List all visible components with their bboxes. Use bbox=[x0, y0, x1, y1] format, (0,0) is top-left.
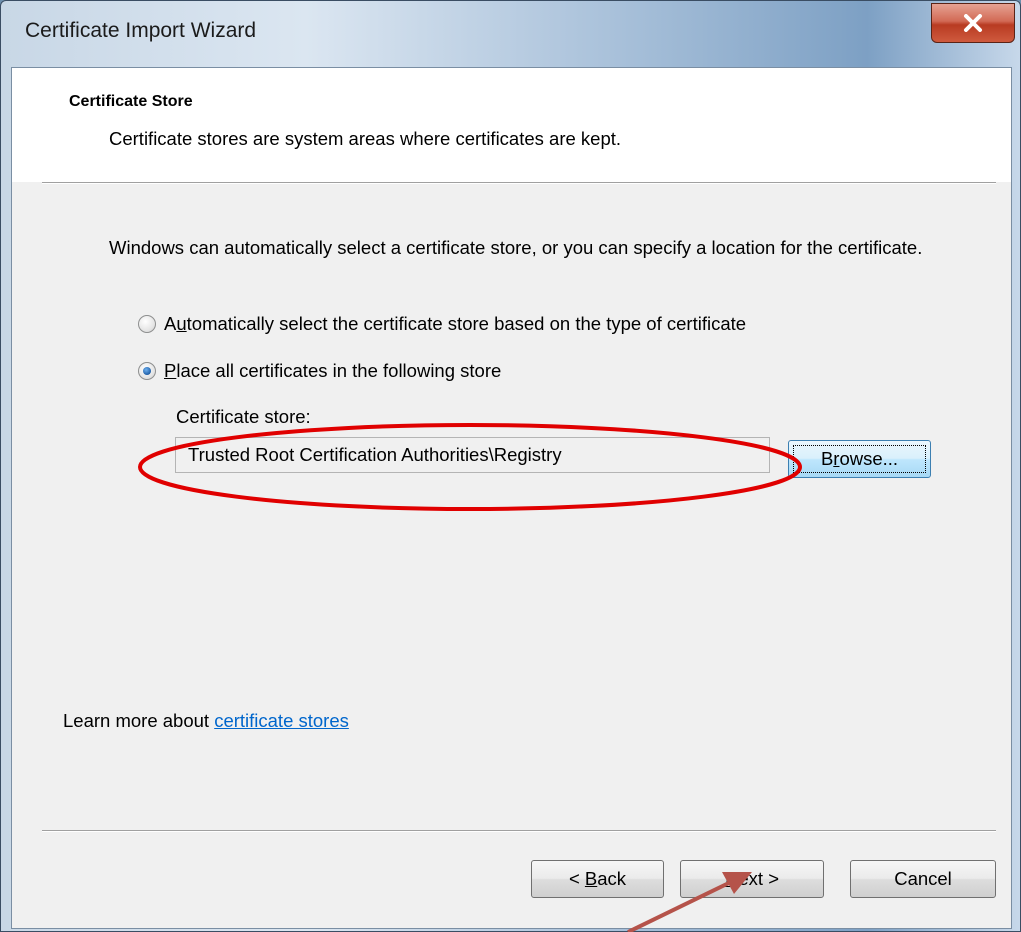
auto-select-option[interactable]: Automatically select the certificate sto… bbox=[138, 313, 746, 335]
back-button[interactable]: < Back bbox=[531, 860, 664, 898]
next-button[interactable]: Next > bbox=[680, 860, 824, 898]
intro-text: Windows can automatically select a certi… bbox=[109, 237, 923, 258]
auto-select-label: Automatically select the certificate sto… bbox=[164, 313, 747, 334]
title-bar[interactable]: Certificate Import Wizard bbox=[1, 1, 1021, 67]
header-divider bbox=[42, 182, 996, 184]
wizard-header: Certificate Store Certificate stores are… bbox=[12, 68, 1011, 182]
place-in-store-label: Place all certificates in the following … bbox=[164, 360, 502, 381]
window-frame: Certificate Import Wizard Certificate St… bbox=[0, 0, 1021, 932]
cancel-button[interactable]: Cancel bbox=[850, 860, 996, 898]
browse-label: Browse... bbox=[820, 448, 899, 469]
cancel-label: Cancel bbox=[894, 868, 952, 889]
window-title: Certificate Import Wizard bbox=[25, 19, 257, 42]
certificate-store-label: Certificate store: bbox=[176, 406, 311, 427]
place-in-store-option[interactable]: Place all certificates in the following … bbox=[138, 360, 501, 382]
close-button[interactable] bbox=[931, 3, 1015, 43]
wizard-client-area: Certificate Store Certificate stores are… bbox=[11, 67, 1012, 929]
back-label: < Back bbox=[568, 868, 627, 889]
page-title: Certificate Store bbox=[69, 93, 193, 110]
browse-button[interactable]: Browse... bbox=[788, 440, 931, 478]
close-icon bbox=[964, 14, 982, 32]
footer-divider bbox=[42, 830, 996, 832]
next-label: Next > bbox=[725, 868, 779, 889]
learn-more: Learn more about certificate stores bbox=[63, 710, 349, 732]
auto-select-radio[interactable] bbox=[138, 315, 156, 333]
place-in-store-radio[interactable] bbox=[138, 362, 156, 380]
learn-more-text: Learn more about bbox=[63, 710, 215, 731]
certificate-stores-link[interactable]: certificate stores bbox=[214, 710, 349, 731]
certificate-store-field[interactable]: Trusted Root Certification Authorities\R… bbox=[175, 437, 770, 473]
page-subtitle: Certificate stores are system areas wher… bbox=[109, 128, 622, 149]
